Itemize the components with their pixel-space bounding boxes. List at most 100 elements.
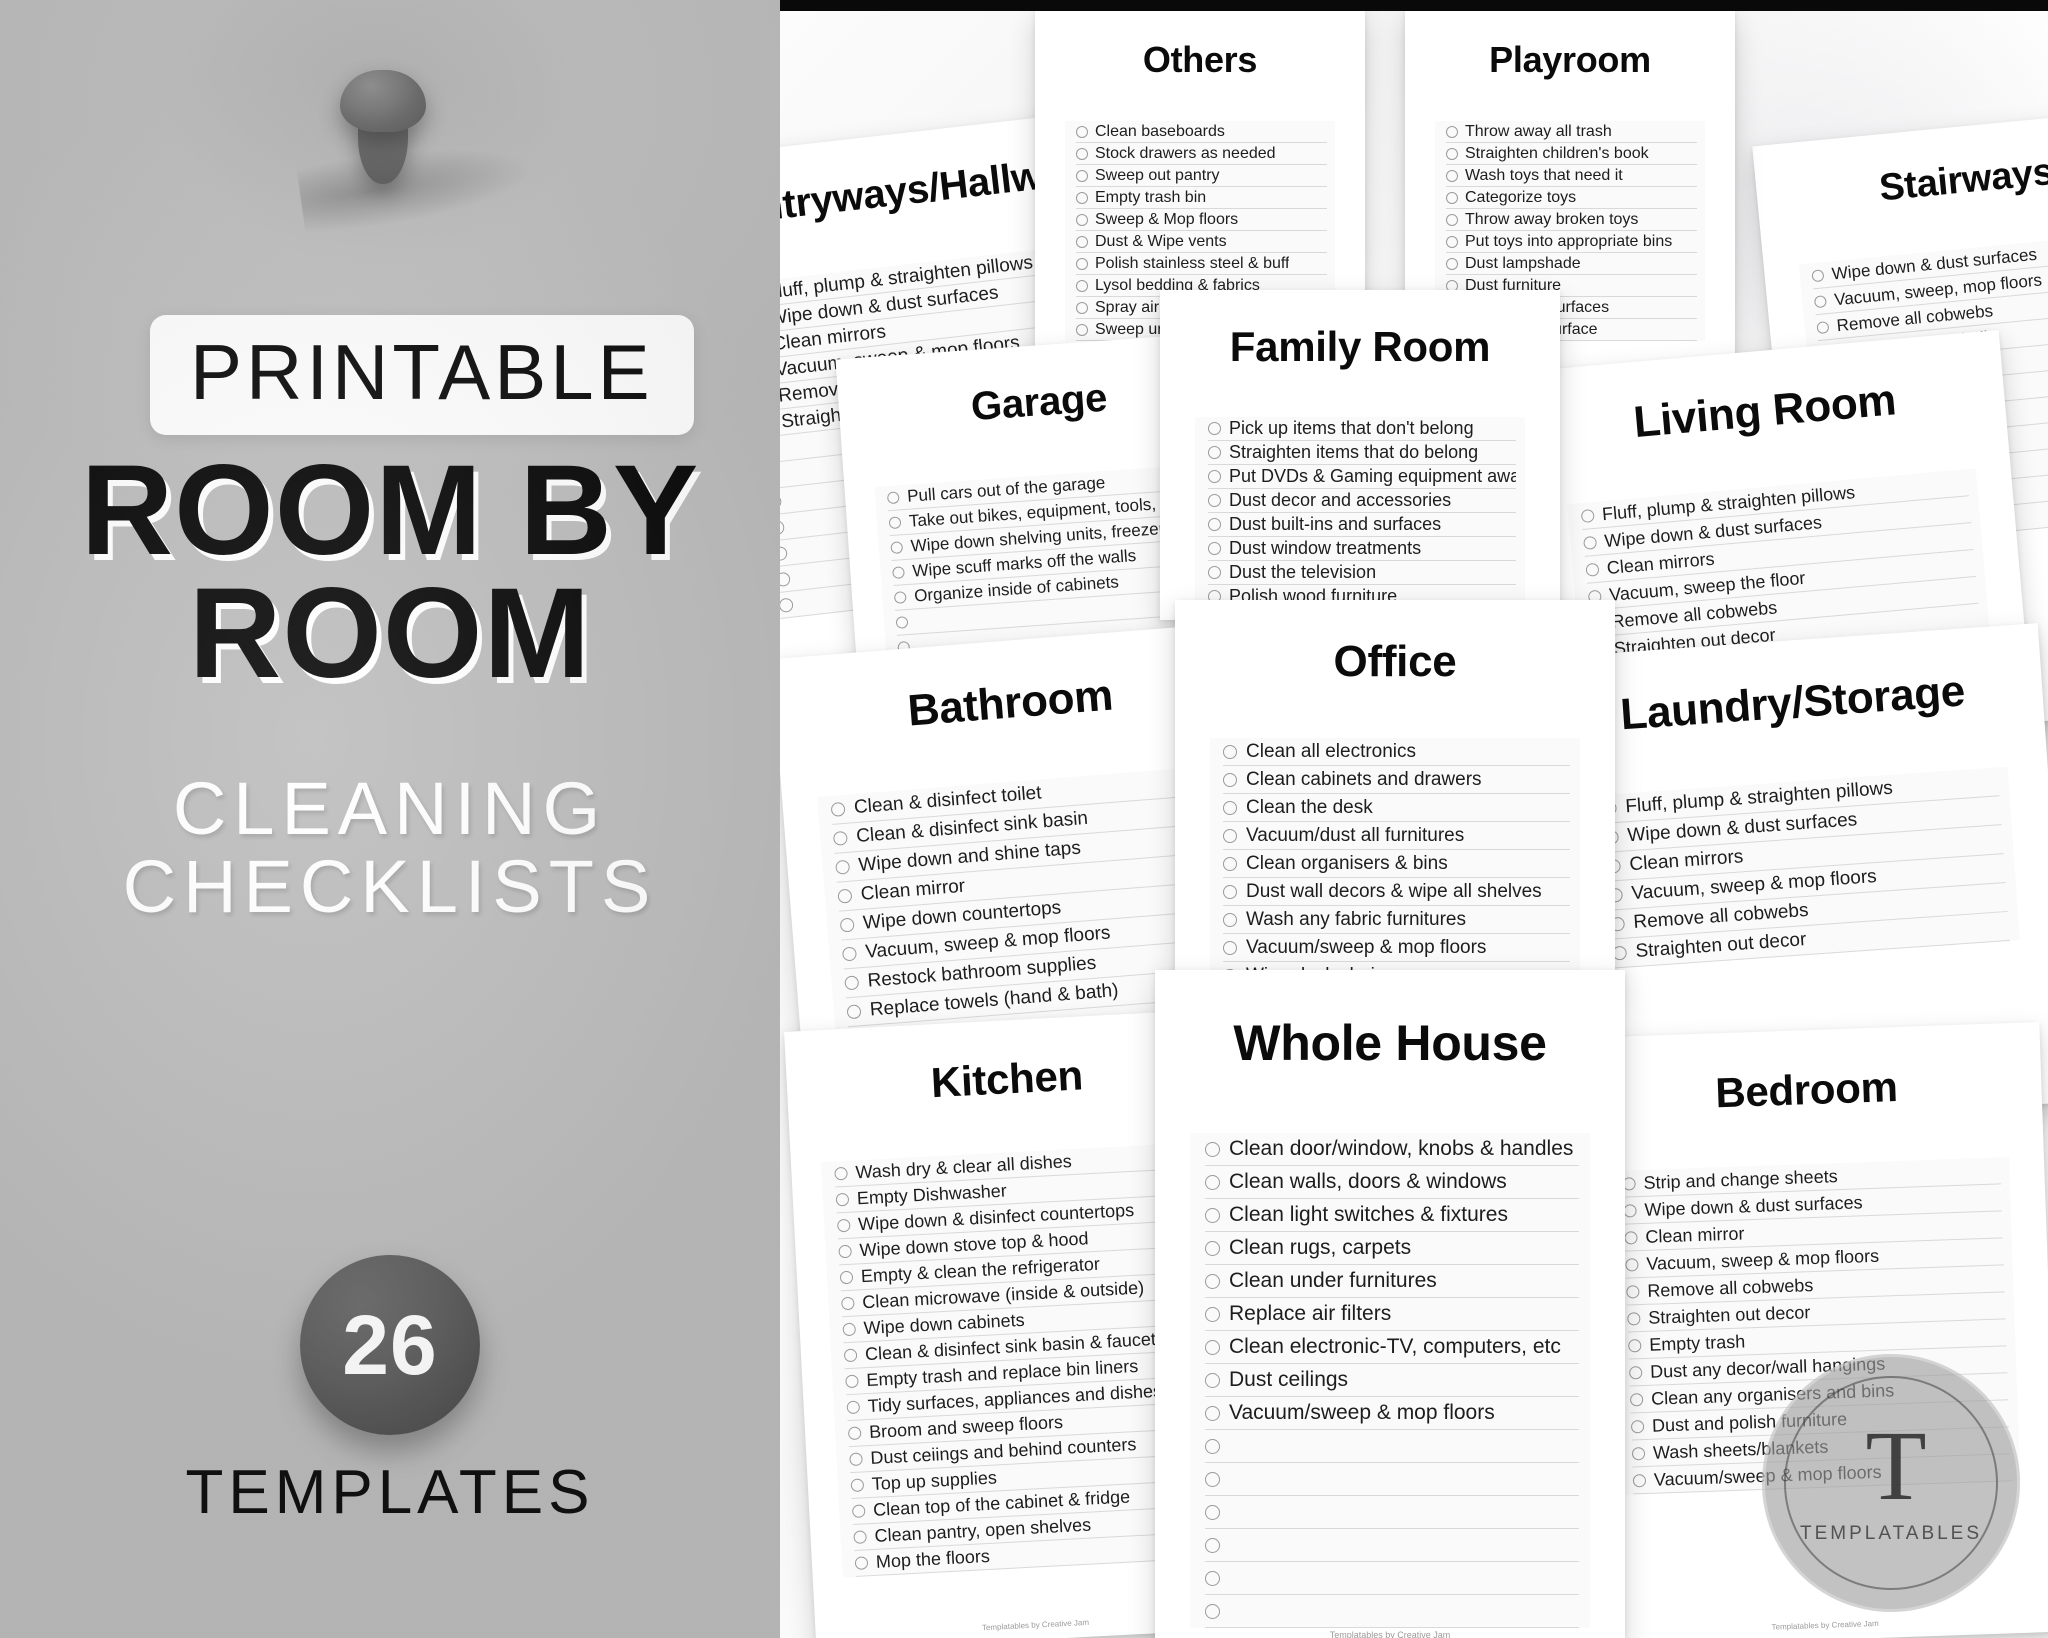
checkbox-circle-icon[interactable] bbox=[845, 1374, 859, 1389]
checkbox-circle-icon[interactable] bbox=[1446, 213, 1458, 226]
checkbox-circle-icon[interactable] bbox=[780, 519, 785, 535]
checkbox-circle-icon[interactable] bbox=[886, 491, 900, 505]
checkbox-circle-icon[interactable] bbox=[841, 946, 858, 962]
checkbox-circle-icon[interactable] bbox=[830, 801, 846, 817]
checklist-row[interactable]: Replace air filters bbox=[1205, 1298, 1579, 1331]
checklist-row[interactable]: Polish stainless steel & buff bbox=[1076, 253, 1327, 275]
checklist-row[interactable] bbox=[1205, 1595, 1579, 1628]
checkbox-circle-icon[interactable] bbox=[1624, 1230, 1638, 1245]
checkbox-circle-icon[interactable] bbox=[1208, 518, 1221, 531]
checkbox-circle-icon[interactable] bbox=[1446, 235, 1458, 248]
checklist-row[interactable]: Put toys into appropriate bins bbox=[1446, 231, 1697, 253]
checkbox-circle-icon[interactable] bbox=[1205, 1174, 1220, 1190]
checkbox-circle-icon[interactable] bbox=[1816, 320, 1830, 334]
checklist-row[interactable] bbox=[1205, 1463, 1579, 1496]
checkbox-circle-icon[interactable] bbox=[1813, 294, 1827, 308]
checklist-row[interactable]: Wash any fabric furnitures bbox=[1223, 906, 1570, 934]
checkbox-circle-icon[interactable] bbox=[1446, 257, 1458, 270]
checklist-row[interactable]: Clean cabinets and drawers bbox=[1223, 766, 1570, 794]
checklist-row[interactable]: Clean door/window, knobs & handles bbox=[1205, 1133, 1579, 1166]
checklist-row[interactable]: Dust the television bbox=[1208, 561, 1516, 585]
checkbox-circle-icon[interactable] bbox=[1223, 744, 1237, 759]
checkbox-circle-icon[interactable] bbox=[1205, 1306, 1220, 1322]
checkbox-circle-icon[interactable] bbox=[1205, 1504, 1220, 1520]
checkbox-circle-icon[interactable] bbox=[839, 1270, 854, 1285]
checkbox-circle-icon[interactable] bbox=[854, 1556, 869, 1570]
checklist-row[interactable]: Vacuum/sweep & mop floors bbox=[1223, 934, 1570, 962]
checkbox-circle-icon[interactable] bbox=[844, 975, 860, 991]
checkbox-circle-icon[interactable] bbox=[1208, 422, 1221, 435]
checkbox-circle-icon[interactable] bbox=[1223, 800, 1237, 815]
checkbox-circle-icon[interactable] bbox=[1076, 323, 1088, 336]
checkbox-circle-icon[interactable] bbox=[1076, 147, 1088, 160]
checkbox-circle-icon[interactable] bbox=[1446, 147, 1458, 160]
checklist-row[interactable] bbox=[1205, 1496, 1579, 1529]
checklist-row[interactable]: Clean walls, doors & windows bbox=[1205, 1166, 1579, 1199]
checkbox-circle-icon[interactable] bbox=[850, 1478, 865, 1493]
checkbox-circle-icon[interactable] bbox=[1076, 169, 1088, 182]
checkbox-circle-icon[interactable] bbox=[1205, 1339, 1220, 1355]
checkbox-circle-icon[interactable] bbox=[1585, 562, 1600, 577]
checkbox-circle-icon[interactable] bbox=[835, 859, 851, 875]
checkbox-circle-icon[interactable] bbox=[1205, 1603, 1220, 1619]
checkbox-circle-icon[interactable] bbox=[1223, 856, 1237, 871]
checklist-row[interactable]: Clean electronic-TV, computers, etc bbox=[1205, 1331, 1579, 1364]
checkbox-circle-icon[interactable] bbox=[1446, 169, 1458, 182]
checkbox-circle-icon[interactable] bbox=[780, 571, 791, 587]
checkbox-circle-icon[interactable] bbox=[1631, 1446, 1646, 1460]
checklist-row[interactable]: Dust decor and accessories bbox=[1208, 489, 1516, 513]
checkbox-circle-icon[interactable] bbox=[839, 917, 855, 933]
checkbox-circle-icon[interactable] bbox=[1205, 1240, 1220, 1256]
checkbox-circle-icon[interactable] bbox=[832, 830, 848, 846]
checkbox-circle-icon[interactable] bbox=[888, 516, 902, 530]
checkbox-circle-icon[interactable] bbox=[1076, 191, 1088, 204]
checkbox-circle-icon[interactable] bbox=[1205, 1207, 1220, 1223]
checklist-row[interactable]: Sweep out pantry bbox=[1076, 165, 1327, 187]
checklist-row[interactable]: Dust ceilings bbox=[1205, 1364, 1579, 1397]
checklist-row[interactable]: Throw away broken toys bbox=[1446, 209, 1697, 231]
checkbox-circle-icon[interactable] bbox=[1632, 1473, 1647, 1487]
checkbox-circle-icon[interactable] bbox=[836, 1218, 851, 1233]
checklist-row[interactable]: Dust wall decors & wipe all shelves bbox=[1223, 878, 1570, 906]
checkbox-circle-icon[interactable] bbox=[1208, 470, 1221, 483]
checklist-row[interactable]: Sweep & Mop floors bbox=[1076, 209, 1327, 231]
checkbox-circle-icon[interactable] bbox=[1205, 1273, 1220, 1289]
checkbox-circle-icon[interactable] bbox=[1076, 257, 1088, 270]
checkbox-circle-icon[interactable] bbox=[849, 1452, 863, 1467]
checkbox-circle-icon[interactable] bbox=[1208, 542, 1221, 555]
checkbox-circle-icon[interactable] bbox=[1223, 884, 1237, 899]
checkbox-circle-icon[interactable] bbox=[835, 1192, 850, 1207]
checkbox-circle-icon[interactable] bbox=[1223, 772, 1237, 787]
checklist-row[interactable]: Clean all electronics bbox=[1223, 738, 1570, 766]
checklist-row[interactable]: Throw away all trash bbox=[1446, 121, 1697, 143]
checkbox-circle-icon[interactable] bbox=[1223, 940, 1237, 955]
checklist-row[interactable]: Stock drawers as needed bbox=[1076, 143, 1327, 165]
checkbox-circle-icon[interactable] bbox=[1208, 494, 1221, 507]
checkbox-circle-icon[interactable] bbox=[1628, 1365, 1643, 1380]
checklist-row[interactable]: Dust & Wipe vents bbox=[1076, 231, 1327, 253]
checklist-row[interactable]: Clean the desk bbox=[1223, 794, 1570, 822]
checklist-row[interactable] bbox=[1205, 1562, 1579, 1595]
checkbox-circle-icon[interactable] bbox=[890, 541, 904, 555]
checkbox-circle-icon[interactable] bbox=[837, 888, 853, 904]
checkbox-circle-icon[interactable] bbox=[1205, 1405, 1220, 1421]
checkbox-circle-icon[interactable] bbox=[1628, 1338, 1642, 1353]
checkbox-circle-icon[interactable] bbox=[1205, 1537, 1220, 1553]
checkbox-circle-icon[interactable] bbox=[1205, 1372, 1220, 1388]
checkbox-circle-icon[interactable] bbox=[842, 1322, 857, 1337]
checkbox-circle-icon[interactable] bbox=[1205, 1141, 1220, 1157]
checklist-row[interactable]: Dust window treatments bbox=[1208, 537, 1516, 561]
checkbox-circle-icon[interactable] bbox=[1627, 1311, 1641, 1326]
checkbox-circle-icon[interactable] bbox=[1811, 268, 1825, 282]
checkbox-circle-icon[interactable] bbox=[780, 597, 794, 613]
checkbox-circle-icon[interactable] bbox=[1223, 828, 1237, 843]
checklist-row[interactable]: Clean rugs, carpets bbox=[1205, 1232, 1579, 1265]
checkbox-circle-icon[interactable] bbox=[1630, 1419, 1645, 1433]
checkbox-circle-icon[interactable] bbox=[853, 1530, 867, 1544]
checkbox-circle-icon[interactable] bbox=[1446, 191, 1458, 204]
checkbox-circle-icon[interactable] bbox=[838, 1244, 852, 1259]
checkbox-circle-icon[interactable] bbox=[1205, 1570, 1220, 1586]
checklist-row[interactable]: Straighten children's book bbox=[1446, 143, 1697, 165]
checklist-row[interactable]: Clean organisers & bins bbox=[1223, 850, 1570, 878]
checkbox-circle-icon[interactable] bbox=[1446, 125, 1458, 138]
